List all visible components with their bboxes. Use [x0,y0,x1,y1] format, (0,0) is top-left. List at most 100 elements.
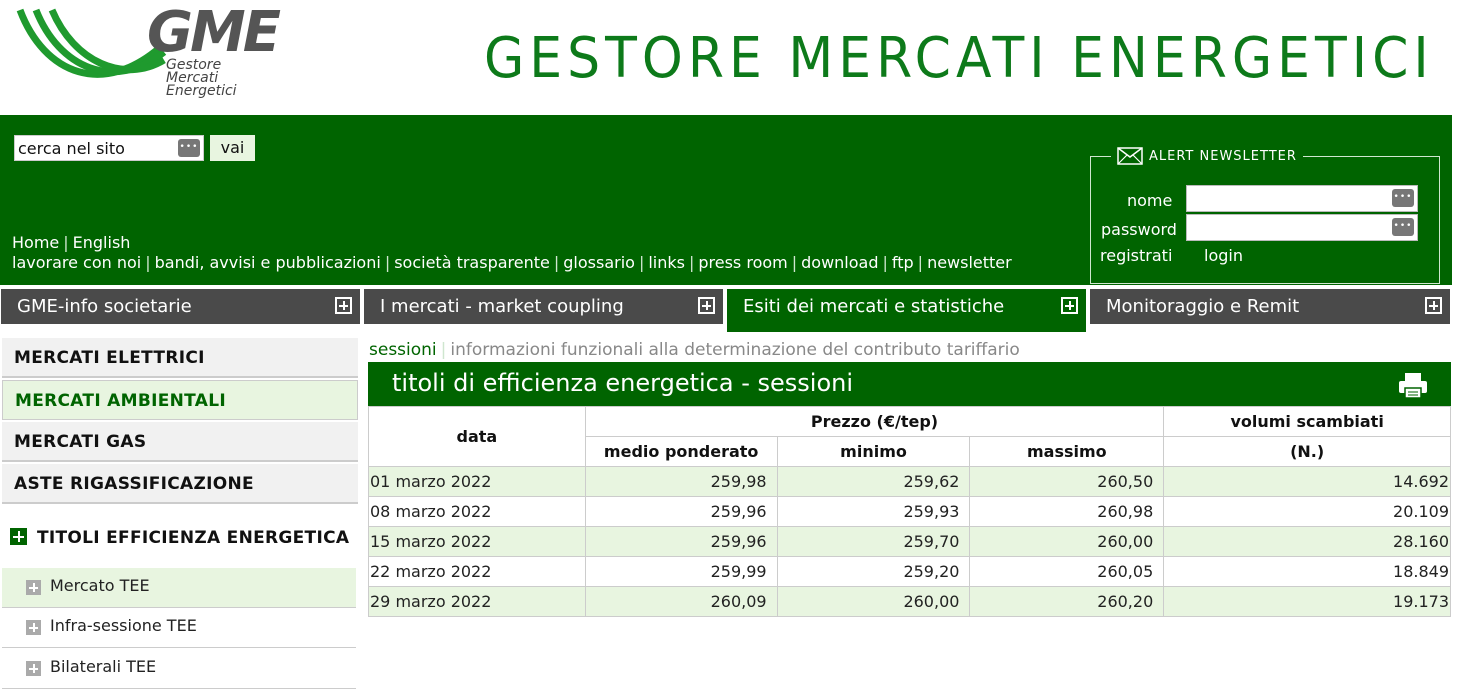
table-row: 08 marzo 2022 259,96 259,93 260,98 20.10… [368,496,1451,527]
sidebar-subitem-label: Mercato TEE [50,576,150,595]
password-manager-icon[interactable]: ••• [1392,218,1414,236]
name-field[interactable]: ••• [1186,185,1418,212]
column-header-date: data [368,406,586,467]
link-separator: | [688,253,695,272]
search-input-value: cerca nel sito [18,139,125,158]
sidebar-item-mercati-ambientali[interactable]: MERCATI AMBIENTALI [2,380,358,420]
expand-plus-icon[interactable] [26,580,41,595]
cell-min: 259,70 [776,526,971,557]
cell-avg: 259,96 [584,526,778,557]
link-lavorare[interactable]: lavorare con noi [12,253,141,272]
gme-logo[interactable]: GME Gestore Mercati Energetici [14,0,281,110]
register-link[interactable]: registrati [1100,246,1172,265]
top-bar: cerca nel sito ••• vai Home | English lavo… [0,115,1452,285]
column-header-avg: medio ponderato [584,436,778,467]
link-english[interactable]: English [73,233,131,252]
cell-max: 260,00 [969,526,1165,557]
link-glossario[interactable]: glossario [563,253,635,272]
table-row: 01 marzo 2022 259,98 259,62 260,50 14.69… [368,466,1451,497]
nav-label: I mercati - market coupling [380,296,624,317]
breadcrumb-current[interactable]: sessioni [369,340,437,360]
table-row: 22 marzo 2022 259,99 259,20 260,05 18.84… [368,556,1451,587]
cell-volume: 19.173 [1163,586,1451,617]
top-links-secondary: lavorare con noi | bandi, avvisi e pubblic… [12,253,1012,272]
nav-monitoraggio[interactable]: Monitoraggio e Remit [1090,289,1450,324]
column-header-min: minimo [776,436,971,467]
cell-max: 260,50 [969,466,1165,497]
nav-label: GME-info societarie [17,296,192,317]
cell-min: 259,62 [776,466,971,497]
name-label: nome [1127,191,1173,210]
link-links[interactable]: links [648,253,685,272]
nav-esiti[interactable]: Esiti dei mercati e statistiche [727,289,1086,332]
login-link[interactable]: login [1204,246,1243,265]
sidebar-subitem-bilaterali[interactable]: Bilaterali TEE [2,649,356,689]
password-field[interactable]: ••• [1186,214,1418,241]
expand-plus-icon[interactable] [1061,297,1078,314]
expand-plus-icon[interactable] [1425,297,1442,314]
print-icon[interactable] [1397,371,1429,399]
expand-plus-icon[interactable] [26,620,41,635]
sidebar-subitem-label: Infra-sessione TEE [50,616,197,635]
breadcrumb: sessioni | informazioni funzionali alla de… [369,340,1020,360]
sessions-table: data Prezzo (€/tep) volumi scambiati med… [368,406,1451,617]
content-title-bar: titoli di efficienza energetica - sessio… [368,362,1451,406]
link-newsletter[interactable]: newsletter [927,253,1012,272]
breadcrumb-separator: | [440,340,447,360]
newsletter-box: ALERT NEWSLETTER nome ••• password ••• r… [1090,147,1440,284]
main-nav: GME-info societarie I mercati - market c… [0,289,1452,332]
sidebar-item-aste-rigassificazione[interactable]: ASTE RIGASSIFICAZIONE [2,464,358,504]
sidebar-section-label: TITOLI EFFICIENZA ENERGETICA [37,528,350,548]
expand-plus-icon[interactable] [10,528,27,545]
column-header-volume-unit: (N.) [1163,436,1451,467]
cell-volume: 28.160 [1163,526,1451,557]
link-separator: | [384,253,391,272]
search-button[interactable]: vai [210,135,255,161]
link-ftp[interactable]: ftp [892,253,914,272]
cell-avg: 259,98 [584,466,778,497]
link-home[interactable]: Home [12,233,59,252]
link-societa-trasparente[interactable]: società trasparente [394,253,550,272]
password-manager-icon[interactable]: ••• [178,139,200,157]
link-separator: | [882,253,888,272]
sidebar-subitem-infra-sessione[interactable]: Infra-sessione TEE [2,608,356,648]
cell-max: 260,20 [969,586,1165,617]
nav-label: Esiti dei mercati e statistiche [743,296,1005,317]
sidebar-subitem-label: Bilaterali TEE [50,657,157,676]
sidebar: MERCATI ELETTRICI MERCATI AMBIENTALI MER… [2,338,358,689]
link-download[interactable]: download [801,253,878,272]
sidebar-item-mercati-elettrici[interactable]: MERCATI ELETTRICI [2,338,358,378]
link-separator: | [917,253,924,272]
mail-icon [1117,147,1143,165]
link-separator: | [791,253,798,272]
nav-mercati[interactable]: I mercati - market coupling [364,289,723,324]
expand-plus-icon[interactable] [26,661,41,676]
password-manager-icon[interactable]: ••• [1392,189,1414,207]
page-title: titoli di efficienza energetica - sessio… [392,369,854,397]
nav-gme-info[interactable]: GME-info societarie [1,289,360,324]
cell-min: 260,00 [776,586,971,617]
cell-date: 08 marzo 2022 [368,496,586,527]
search-input[interactable]: cerca nel sito ••• [14,135,204,161]
link-press-room[interactable]: press room [698,253,787,272]
password-label: password [1101,220,1177,239]
link-bandi[interactable]: bandi, avvisi e pubblicazioni [155,253,381,272]
sidebar-subitem-mercato-tee[interactable]: Mercato TEE [2,568,356,608]
column-header-price: Prezzo (€/tep) [584,406,1165,437]
column-header-max: massimo [969,436,1165,467]
cell-date: 29 marzo 2022 [368,586,586,617]
cell-date: 22 marzo 2022 [368,556,586,587]
breadcrumb-link-contributo[interactable]: informazioni funzionali alla determinazi… [450,340,1019,360]
top-links-primary: Home | English [12,233,130,252]
logo-text: GME [147,0,281,65]
table-row: 15 marzo 2022 259,96 259,70 260,00 28.16… [368,526,1451,557]
expand-plus-icon[interactable] [335,297,352,314]
sidebar-section-tee[interactable]: TITOLI EFFICIENZA ENERGETICA [10,528,349,548]
expand-plus-icon[interactable] [698,297,715,314]
logo-subtitle: Gestore Mercati Energetici [166,58,237,98]
header: GME Gestore Mercati Energetici GESTORE M… [0,0,1468,115]
sidebar-item-mercati-gas[interactable]: MERCATI GAS [2,422,358,462]
table-row: 29 marzo 2022 260,09 260,00 260,20 19.17… [368,586,1451,617]
cell-avg: 259,96 [584,496,778,527]
link-separator: | [638,253,645,272]
